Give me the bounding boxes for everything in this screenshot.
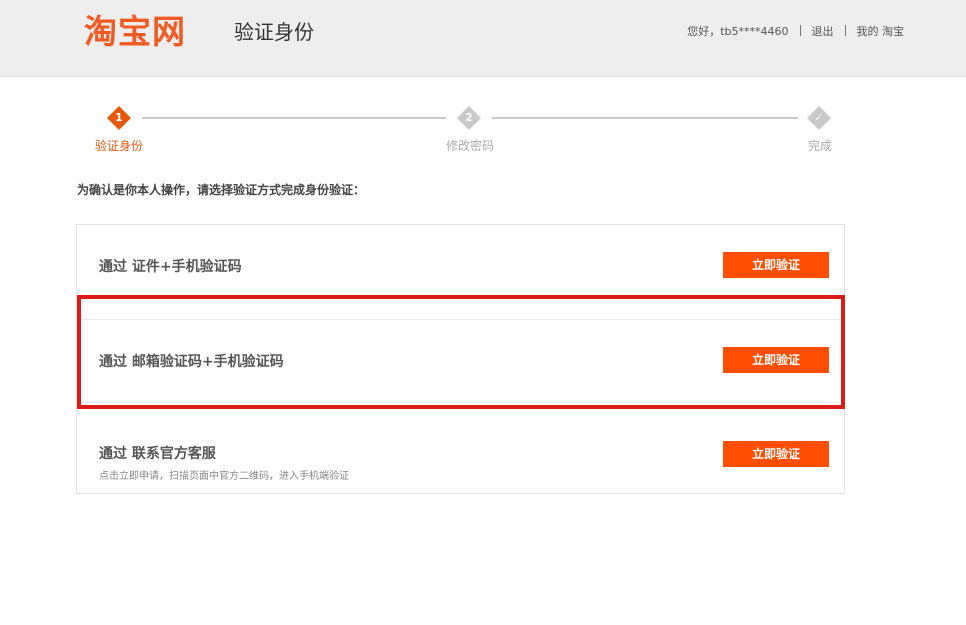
verify-now-button[interactable]: 立即验证 (723, 347, 829, 373)
step-1-badge: 1 (107, 106, 131, 130)
step-2-badge: 2 (457, 106, 481, 130)
instruction-text: 为确认是你本人操作，请选择验证方式完成身份验证： (77, 183, 366, 197)
taobao-logo[interactable]: 淘宝网 (84, 10, 186, 54)
option-description: 点击立即申请，扫描页面中官方二维码，进入手机端验证 (99, 471, 349, 482)
top-user-links: 您好，tb5****4460 退出 我的 淘宝 (687, 24, 904, 40)
step-connector-2 (492, 117, 798, 119)
step-2-label: 修改密码 (446, 139, 495, 153)
step-3-badge: ✓ (807, 106, 831, 130)
link-divider (799, 25, 801, 36)
step-connector-1 (142, 117, 446, 119)
option-title: 通过 联系官方客服 (99, 446, 216, 462)
step-1-number: 1 (115, 111, 123, 124)
my-taobao-link[interactable]: 我的 淘宝 (857, 25, 905, 38)
verify-now-button[interactable]: 立即验证 (723, 252, 829, 278)
checkmark-icon: ✓ (814, 111, 824, 124)
verification-options: 通过 证件+手机验证码 立即验证 通过 邮箱验证码+手机验证码 立即验证 通过 … (76, 224, 845, 494)
logout-link[interactable]: 退出 (812, 25, 834, 38)
link-divider (844, 25, 846, 36)
page-title: 验证身份 (234, 20, 314, 44)
option-id-phone: 通过 证件+手机验证码 立即验证 (77, 225, 844, 319)
option-title: 通过 邮箱验证码+手机验证码 (99, 354, 284, 370)
step-2-number: 2 (465, 111, 473, 124)
user-greeting: 您好，tb5****4460 (687, 25, 789, 38)
verify-now-button[interactable]: 立即验证 (723, 441, 829, 467)
option-title: 通过 证件+手机验证码 (99, 259, 242, 275)
option-customer-service: 通过 联系官方客服 点击立即申请，扫描页面中官方二维码，进入手机端验证 立即验证 (77, 401, 844, 493)
step-3-label: 完成 (808, 139, 833, 153)
progress-stepper: 1 验证身份 2 修改密码 ✓ 完成 (76, 100, 846, 160)
option-email-phone: 通过 邮箱验证码+手机验证码 立即验证 (77, 319, 844, 403)
step-1-label: 验证身份 (95, 139, 144, 153)
page-header: 淘宝网 验证身份 您好，tb5****4460 退出 我的 淘宝 (0, 0, 966, 77)
